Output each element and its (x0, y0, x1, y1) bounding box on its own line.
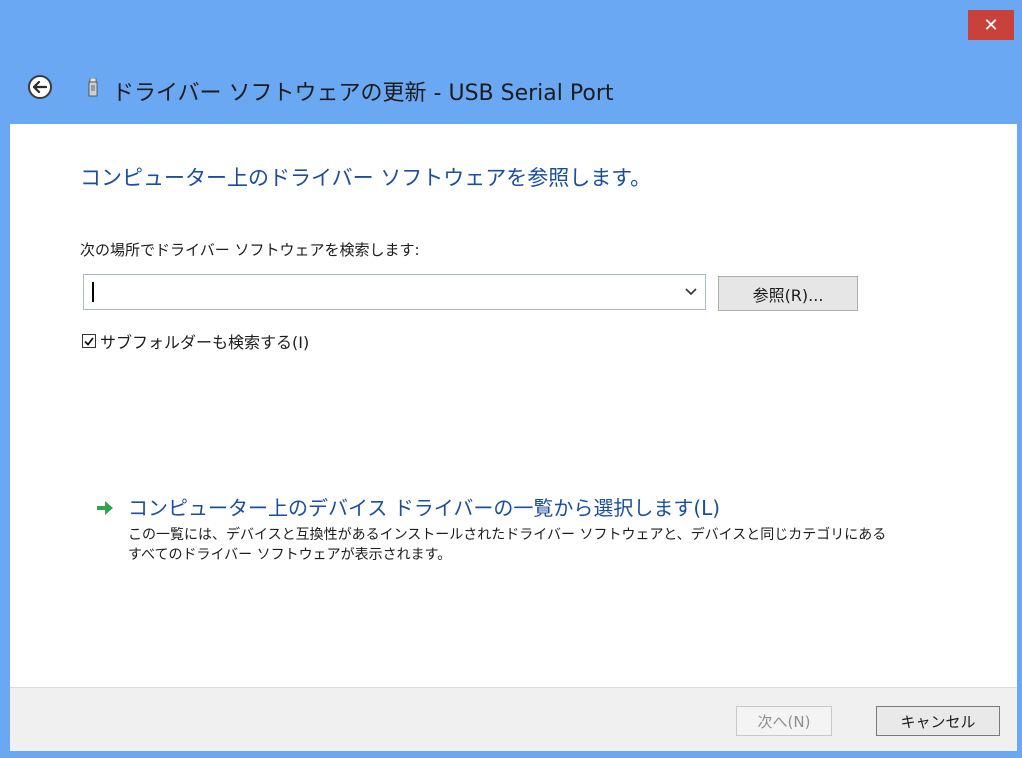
cancel-button[interactable]: キャンセル (876, 706, 1000, 736)
close-icon: ✕ (983, 14, 999, 36)
title-bar: ✕ ドライバー ソフトウェアの更新 - USB Serial Port (0, 0, 1022, 124)
back-arrow-icon (33, 81, 47, 93)
content-panel: コンピューター上のドライバー ソフトウェアを参照します。 次の場所でドライバー … (10, 124, 1017, 687)
include-subfolders-label: サブフォルダーも検索する(I) (100, 333, 310, 352)
back-button[interactable] (28, 75, 52, 99)
path-dropdown-button[interactable] (677, 275, 705, 309)
green-arrow-icon (97, 501, 113, 515)
window-title: ドライバー ソフトウェアの更新 - USB Serial Port (112, 81, 614, 106)
checkbox-box[interactable] (82, 334, 96, 348)
close-button[interactable]: ✕ (968, 10, 1014, 40)
checkmark-icon (84, 336, 94, 346)
next-button[interactable]: 次へ(N) (736, 706, 832, 736)
chevron-down-icon (685, 288, 697, 296)
pick-from-list-description: この一覧には、デバイスと互換性があるインストールされたドライバー ソフトウェアと… (128, 527, 887, 563)
usb-device-icon (88, 78, 98, 97)
page-heading: コンピューター上のドライバー ソフトウェアを参照します。 (80, 166, 652, 190)
button-bar: 次へ(N) キャンセル (10, 687, 1017, 751)
text-caret (92, 282, 94, 302)
pick-text-block: コンピューター上のデバイス ドライバーの一覧から選択します(L) この一覧には、… (128, 492, 898, 565)
include-subfolders-checkbox[interactable]: サブフォルダーも検索する(I) (82, 329, 309, 353)
search-location-label: 次の場所でドライバー ソフトウェアを検索します: (80, 241, 420, 259)
pick-from-list-link[interactable]: コンピューター上のデバイス ドライバーの一覧から選択します(L) この一覧には、… (94, 492, 898, 565)
browse-button[interactable]: 参照(R)... (718, 276, 858, 311)
pick-from-list-title[interactable]: コンピューター上のデバイス ドライバーの一覧から選択します(L) (128, 492, 898, 521)
path-combobox[interactable] (83, 274, 706, 310)
dialog-window: ✕ ドライバー ソフトウェアの更新 - USB Serial Port コンピュ… (0, 0, 1022, 758)
